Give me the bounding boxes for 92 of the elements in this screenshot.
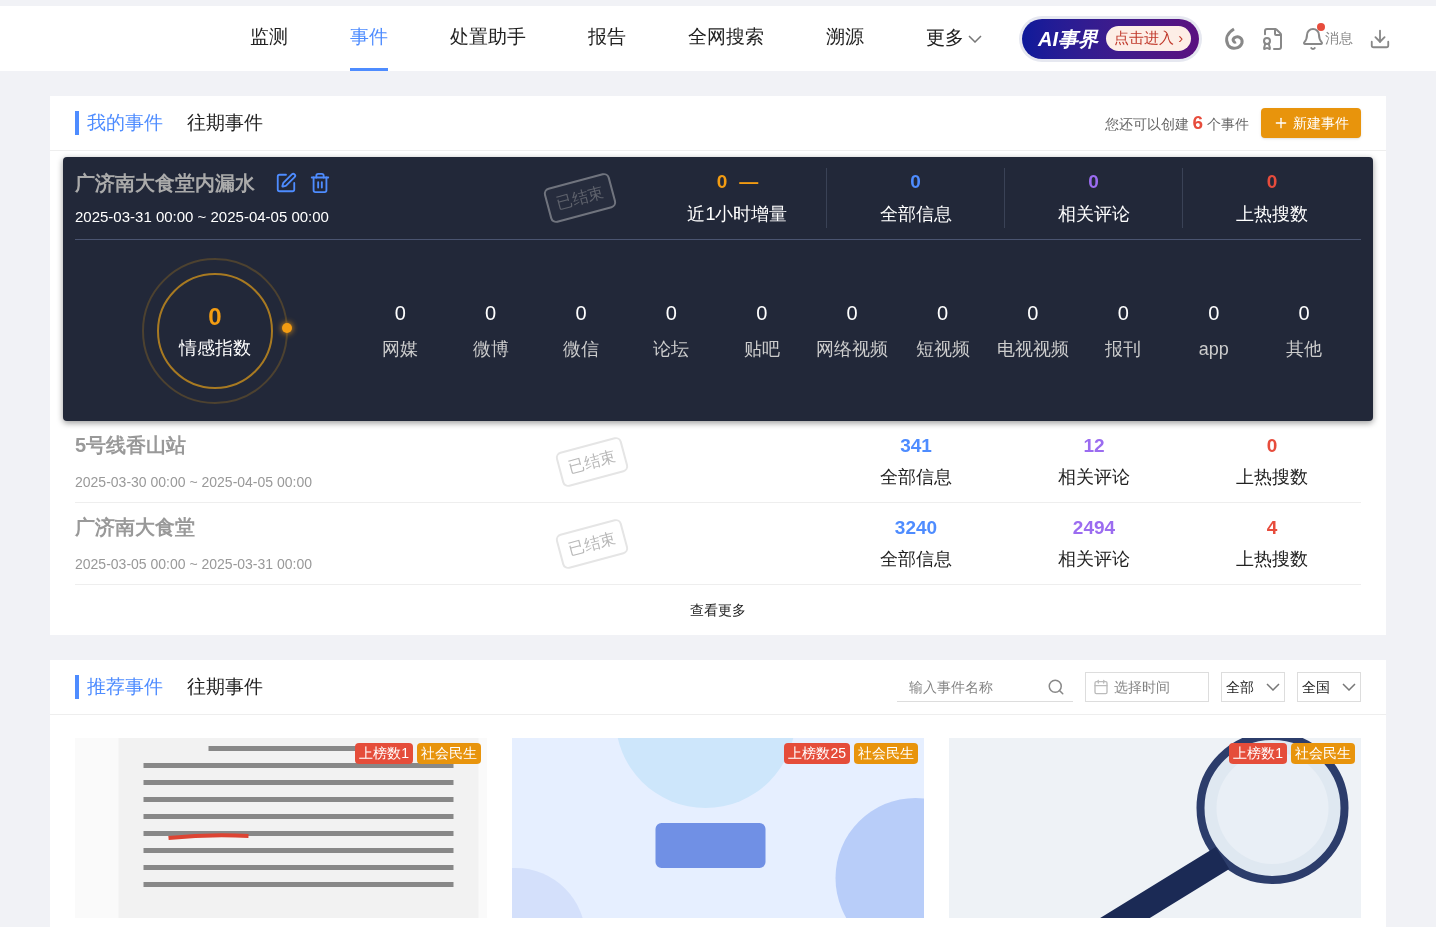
channel-label: 电视视频 <box>996 338 1069 361</box>
channel-count: 0 <box>1298 301 1310 326</box>
nav-tab[interactable]: 处置助手 <box>450 6 526 71</box>
swirl-icon[interactable] <box>1223 26 1246 51</box>
rank-tag: 上榜数25 <box>784 743 850 764</box>
messages-label[interactable]: 消息 <box>1325 28 1354 49</box>
delete-icon[interactable] <box>309 171 331 194</box>
event-date-range: 2025-03-05 00:00 ~ 2025-03-31 00:00 <box>75 555 314 574</box>
status-stamp: 已结束 <box>554 435 630 488</box>
stat-value: 4 <box>1266 515 1278 540</box>
stat-value: 0 <box>1088 170 1099 195</box>
banner-brand: AI事界 <box>1038 26 1098 52</box>
plus-icon <box>1273 115 1289 131</box>
channel-count: 0 <box>1208 301 1220 326</box>
rank-tag: 上榜数1 <box>355 743 413 764</box>
channel-label: 其他 <box>1286 338 1323 361</box>
stat-label: 全部信息 <box>880 466 952 490</box>
chevron-icon <box>1266 683 1280 691</box>
category-tag: 社会民生 <box>1291 743 1355 764</box>
channel-label: 微博 <box>472 338 509 361</box>
stat-value: 2494 <box>1072 515 1116 540</box>
chevron-icon <box>968 34 982 43</box>
event-title: 广济南大食堂 <box>75 515 196 540</box>
channel-count: 0 <box>936 301 949 326</box>
stat-label: 相关评论 <box>1058 466 1130 490</box>
nav-tab[interactable]: 报告 <box>588 6 626 71</box>
date-field[interactable]: 选择时间 <box>1085 672 1209 702</box>
section-tab[interactable]: 往期事件 <box>187 111 263 135</box>
chevron-icon <box>1342 683 1356 691</box>
rank-tag: 上榜数1 <box>1229 743 1287 764</box>
event-card[interactable]: 上榜数1 社会民生 <box>75 738 487 918</box>
channel-count: 0 <box>1027 301 1039 326</box>
stat-label: 相关评论 <box>1057 202 1130 226</box>
more-menu[interactable]: 更多 <box>926 24 982 53</box>
edit-icon[interactable] <box>275 171 297 194</box>
channel-label: 网媒 <box>382 338 419 361</box>
sentiment-label: 情感指数 <box>179 337 251 360</box>
channel-count: 0 <box>394 301 406 326</box>
event-title: 广济南大食堂内漏水 <box>75 170 255 196</box>
stat-value: 0 <box>1266 170 1278 195</box>
quota-text: 您还可以创建 6 个事件 <box>1104 110 1249 135</box>
search-icon[interactable] <box>1047 678 1065 696</box>
channel-label: 论坛 <box>653 338 690 361</box>
event-title: 5号线香山站 <box>75 433 188 458</box>
stat-value: 0 <box>910 170 921 195</box>
event-card[interactable]: 上榜数25 社会民生 <box>512 738 924 918</box>
status-stamp: 已结束 <box>542 171 618 225</box>
bell-icon[interactable] <box>1301 26 1326 51</box>
search-field[interactable]: 输入事件名称 <box>897 672 1073 702</box>
channel-label: 贴吧 <box>743 338 780 361</box>
sentiment-value: 0 <box>208 302 222 332</box>
stat-value: 341 <box>900 433 932 458</box>
channel-count: 0 <box>1117 301 1129 326</box>
stat-label: 上热搜数 <box>1236 202 1308 226</box>
nav-tab[interactable]: 溯源 <box>826 6 864 71</box>
channel-count: 0 <box>575 301 587 326</box>
channel-label: 微信 <box>562 338 599 361</box>
stat-value: 12 <box>1083 433 1105 458</box>
event-card[interactable]: 上榜数1 社会民生 <box>949 738 1361 918</box>
stat-value: 0 <box>716 170 728 195</box>
calendar-icon <box>1093 679 1109 695</box>
channel-label: 短视频 <box>915 338 970 361</box>
banner-action: 点击进入 › <box>1106 26 1192 51</box>
event-date-range: 2025-03-31 00:00 ~ 2025-04-05 00:00 <box>75 206 330 227</box>
channel-count: 0 <box>485 301 497 326</box>
channel-label: 报刊 <box>1105 338 1142 361</box>
ai-banner[interactable]: AI事界 点击进入 › <box>1022 18 1200 59</box>
status-stamp: 已结束 <box>554 517 630 570</box>
stat-label: 上热搜数 <box>1236 466 1308 490</box>
filter-select[interactable]: 全国 <box>1297 672 1361 702</box>
stat-label: 近1小时增量 <box>687 202 788 226</box>
channel-label: 网络视频 <box>816 338 889 361</box>
channel-count: 0 <box>665 301 677 326</box>
stat-value: 3240 <box>894 515 938 540</box>
stat-label: 全部信息 <box>879 202 952 226</box>
stat-value: 0 <box>1266 433 1278 458</box>
category-tag: 社会民生 <box>417 743 481 764</box>
download-icon[interactable] <box>1369 27 1392 50</box>
category-tag: 社会民生 <box>854 743 918 764</box>
section-tab[interactable]: 往期事件 <box>187 675 263 699</box>
filter-select[interactable]: 全部 <box>1221 672 1285 702</box>
channel-label: app <box>1198 338 1229 361</box>
nav-tab[interactable]: 监测 <box>250 6 288 71</box>
channel-count: 0 <box>756 301 768 326</box>
trend-mark: — <box>739 170 759 195</box>
stat-label: 上热搜数 <box>1236 548 1308 572</box>
nav-tab[interactable]: 全网搜索 <box>688 6 764 71</box>
view-more-link[interactable]: 查看更多 <box>690 599 746 621</box>
stat-label: 全部信息 <box>880 548 952 572</box>
stat-label: 相关评论 <box>1058 548 1130 572</box>
channel-count: 0 <box>846 301 858 326</box>
event-date-range: 2025-03-30 00:00 ~ 2025-04-05 00:00 <box>75 473 314 492</box>
